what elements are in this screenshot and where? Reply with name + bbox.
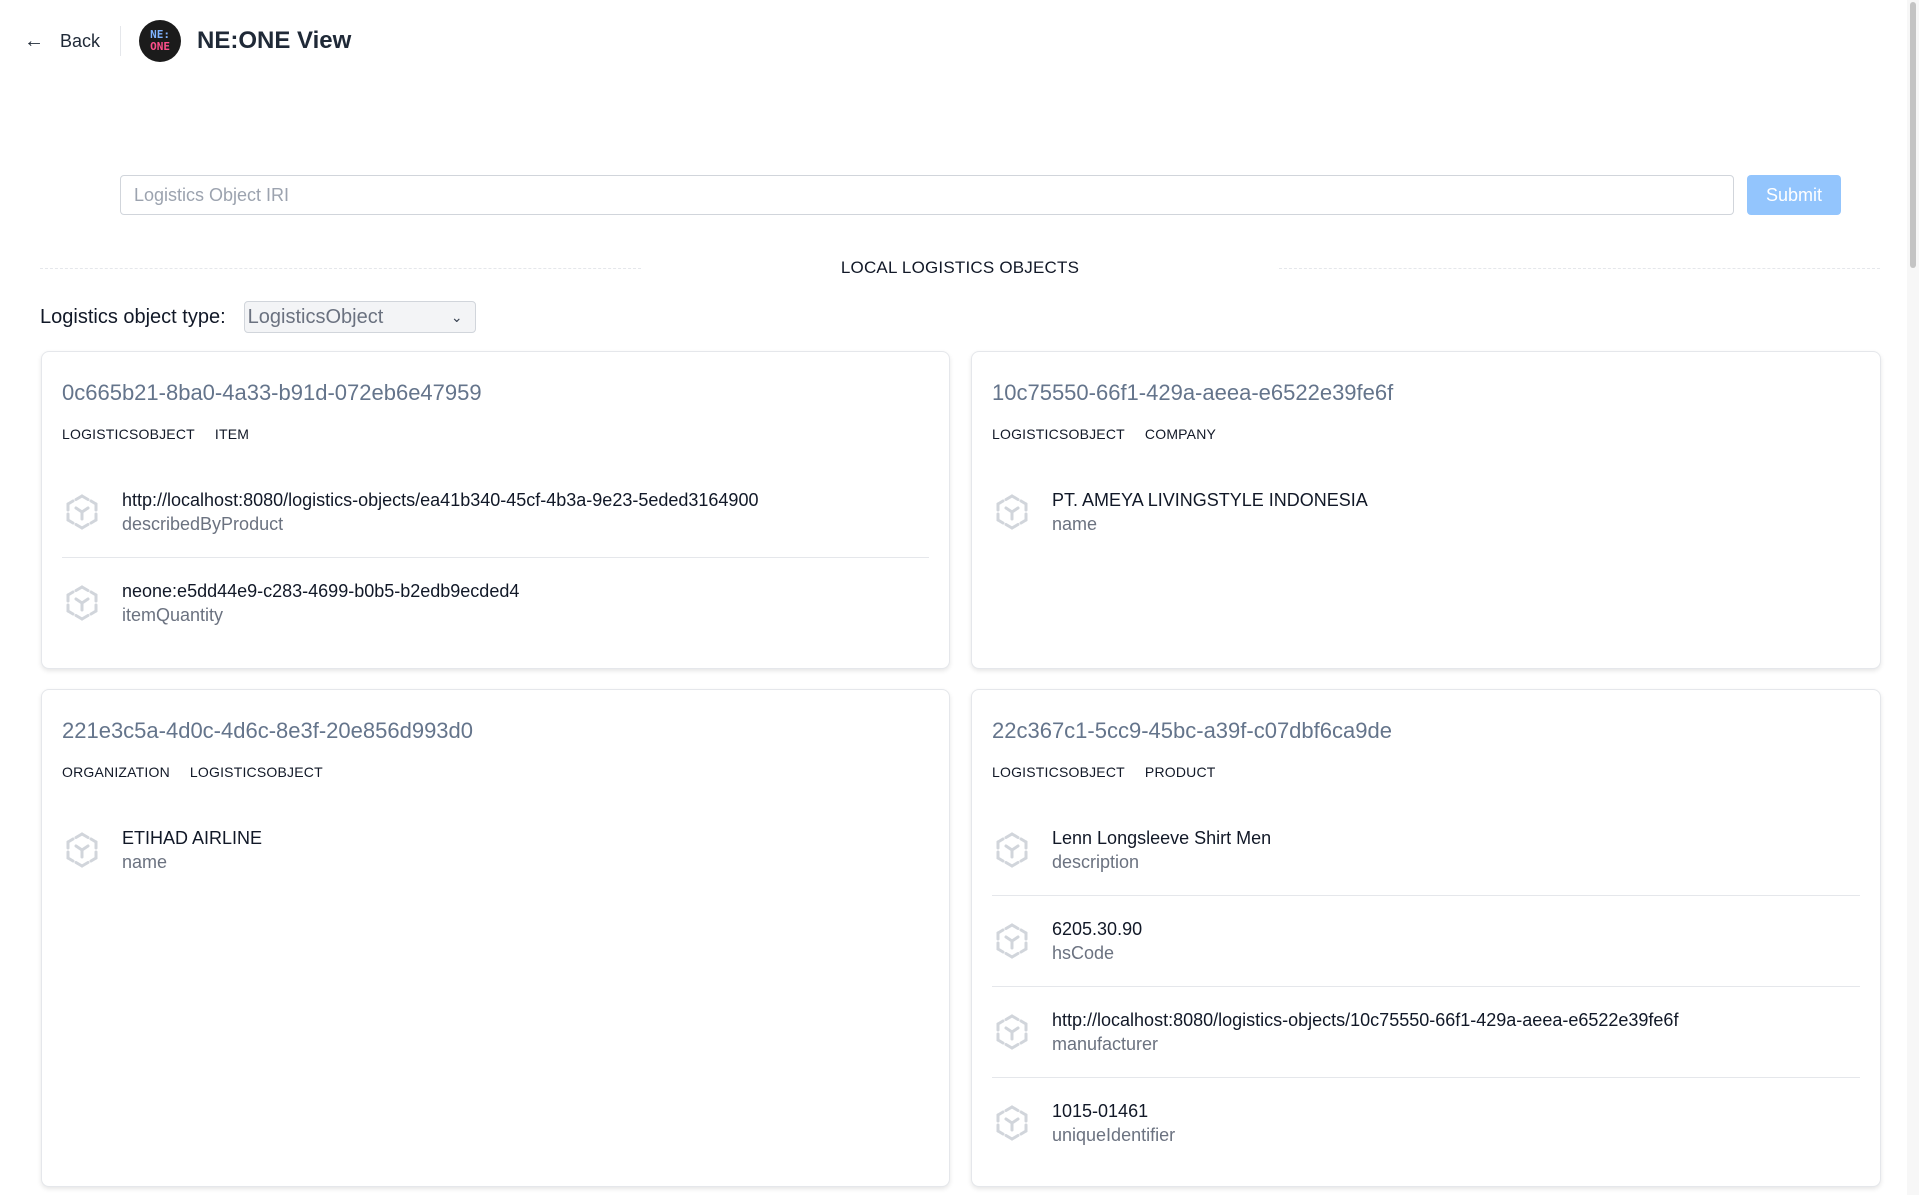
cube-icon [996,923,1028,959]
property-value: http://localhost:8080/logistics-objects/… [122,490,759,510]
property-key: description [1052,852,1140,872]
section-header: LOCAL LOGISTICS OBJECTS [40,256,1881,280]
type-tag: PRODUCT [1144,764,1216,780]
section-divider-left [40,267,641,269]
property-key: name [1052,514,1098,534]
property-value: Lenn Longsleeve Shirt Men [1052,828,1272,848]
cube-icon [996,1014,1028,1050]
cube-icon [996,832,1028,868]
property-text: neone:e5dd44e9-c283-4699-b0b5-b2edb9ecde… [122,579,519,627]
type-filter-label: Logistics object type: [40,305,226,328]
property-key: name [122,852,168,872]
card-title[interactable]: 0c665b21-8ba0-4a33-b91d-072eb6e47959 [62,378,929,408]
property-value: PT. AMEYA LIVINGSTYLE INDONESIA [1052,490,1368,510]
chevron-down-icon: ⌄ [450,308,463,325]
property-text: Lenn Longsleeve Shirt Men description [1052,826,1271,874]
type-tag: LOGISTICSOBJECT [189,764,323,780]
cube-icon [996,1105,1028,1141]
logo-text-bottom: ONE [150,40,170,53]
type-select-value: LogisticsObject [247,305,384,328]
logistics-object-card: 221e3c5a-4d0c-4d6c-8e3f-20e856d993d0 ORG… [41,689,950,1187]
app-header: ← Back NE: ONE NE:ONE View [0,0,1919,82]
property-list: Lenn Longsleeve Shirt Men description 62… [992,805,1860,1168]
card-tags: LOGISTICSOBJECT COMPANY [992,424,1860,444]
property-row: neone:e5dd44e9-c283-4699-b0b5-b2edb9ecde… [62,558,929,648]
property-text: 1015-01461 uniqueIdentifier [1052,1099,1175,1147]
type-filter: Logistics object type: LogisticsObject ⌄ [40,301,476,333]
card-tags: ORGANIZATION LOGISTICSOBJECT [62,762,929,782]
logistics-object-iri-input[interactable] [120,175,1734,215]
property-text: http://localhost:8080/logistics-objects/… [1052,1008,1678,1056]
submit-button[interactable]: Submit [1747,175,1841,215]
card-tags: LOGISTICSOBJECT ITEM [62,424,929,444]
section-title: LOCAL LOGISTICS OBJECTS [840,258,1080,277]
logistics-object-card: 22c367c1-5cc9-45bc-a39f-c07dbf6ca9de LOG… [971,689,1881,1187]
property-list: ETIHAD AIRLINE name [62,805,929,895]
property-key: itemQuantity [122,605,224,625]
scrollbar-thumb[interactable] [1910,2,1916,268]
type-tag: LOGISTICSOBJECT [992,426,1125,442]
property-value: 1015-01461 [1052,1101,1149,1121]
property-row: 1015-01461 uniqueIdentifier [992,1078,1860,1168]
property-text: ETIHAD AIRLINE name [122,826,262,874]
app-title: NE:ONE View [197,27,352,54]
card-tags: LOGISTICSOBJECT PRODUCT [992,762,1860,782]
cube-icon [996,494,1028,530]
header-divider [120,26,122,56]
property-value: neone:e5dd44e9-c283-4699-b0b5-b2edb9ecde… [122,581,520,601]
section-divider-right [1279,267,1881,269]
card-title[interactable]: 221e3c5a-4d0c-4d6c-8e3f-20e856d993d0 [62,716,929,746]
property-list: PT. AMEYA LIVINGSTYLE INDONESIA name [992,467,1860,557]
property-row: Lenn Longsleeve Shirt Men description [992,805,1860,896]
property-value: ETIHAD AIRLINE [122,828,263,848]
property-text: http://localhost:8080/logistics-objects/… [122,488,758,536]
type-tag: ORGANIZATION [62,764,170,780]
property-row: ETIHAD AIRLINE name [62,805,929,895]
property-key: describedByProduct [122,514,284,534]
logistics-object-type-select[interactable]: LogisticsObject ⌄ [243,301,476,333]
type-tag: LOGISTICSOBJECT [62,426,195,442]
page-scrollbar[interactable] [1907,0,1919,1195]
type-tag: LOGISTICSOBJECT [992,764,1125,780]
cube-icon [66,585,98,621]
property-row: PT. AMEYA LIVINGSTYLE INDONESIA name [992,467,1860,557]
property-list: http://localhost:8080/logistics-objects/… [62,467,929,648]
search-bar: Submit [120,175,1841,217]
property-key: hsCode [1052,943,1115,963]
logistics-object-card: 10c75550-66f1-429a-aeea-e6522e39fe6f LOG… [971,351,1881,669]
cube-icon [66,494,98,530]
property-value: http://localhost:8080/logistics-objects/… [1052,1010,1679,1030]
property-row: http://localhost:8080/logistics-objects/… [62,467,929,558]
app-logo: NE: ONE [139,20,182,62]
arrow-left-icon: ← [24,30,44,52]
property-row: http://localhost:8080/logistics-objects/… [992,987,1860,1078]
property-text: PT. AMEYA LIVINGSTYLE INDONESIA name [1052,488,1368,536]
back-label: Back [60,30,101,51]
type-tag: COMPANY [1144,426,1217,442]
property-row: 6205.30.90 hsCode [992,896,1860,987]
logistics-object-card: 0c665b21-8ba0-4a33-b91d-072eb6e47959 LOG… [41,351,950,669]
card-title[interactable]: 22c367c1-5cc9-45bc-a39f-c07dbf6ca9de [992,716,1860,746]
property-key: uniqueIdentifier [1052,1125,1176,1145]
type-tag: ITEM [214,426,250,442]
cube-icon [66,832,98,868]
property-text: 6205.30.90 hsCode [1052,917,1142,965]
property-key: manufacturer [1052,1034,1159,1054]
back-button[interactable]: ← Back [24,31,100,52]
card-title[interactable]: 10c75550-66f1-429a-aeea-e6522e39fe6f [992,378,1860,408]
property-value: 6205.30.90 [1052,919,1143,939]
